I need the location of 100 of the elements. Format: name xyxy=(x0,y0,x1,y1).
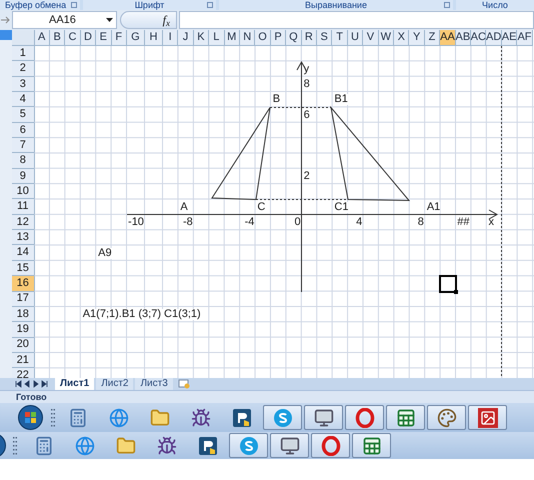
row-header[interactable]: 12 xyxy=(12,214,34,230)
column-header[interactable]: O xyxy=(255,30,271,46)
column-header[interactable]: K xyxy=(194,30,210,46)
taskbar-button[interactable] xyxy=(263,405,302,430)
cell-text: ## xyxy=(457,216,470,228)
first-sheet-icon[interactable] xyxy=(13,380,22,388)
taskbar-button[interactable] xyxy=(270,433,309,458)
previous-sheet-icon[interactable] xyxy=(22,380,31,388)
globe-icon xyxy=(74,436,94,456)
row-header[interactable]: 19 xyxy=(12,322,34,338)
row-header[interactable]: 2 xyxy=(12,61,34,77)
row-header[interactable]: 16 xyxy=(12,276,34,292)
cell-text: C xyxy=(257,202,266,213)
column-header[interactable]: S xyxy=(317,30,332,46)
column-header[interactable]: AF xyxy=(517,30,533,46)
taskbar-button[interactable] xyxy=(304,405,343,430)
column-header[interactable]: AD xyxy=(486,30,502,46)
row-header[interactable]: 3 xyxy=(12,76,34,92)
row-header[interactable]: 9 xyxy=(12,168,34,184)
row-header[interactable]: 20 xyxy=(12,338,34,353)
row-header[interactable]: 6 xyxy=(12,122,34,138)
row-header[interactable]: 11 xyxy=(12,199,34,215)
row-header[interactable]: 4 xyxy=(12,92,34,108)
name-box[interactable]: AA16 xyxy=(12,11,117,29)
row-header[interactable]: 5 xyxy=(12,107,34,123)
column-header[interactable]: J xyxy=(178,30,194,46)
column-header[interactable]: U xyxy=(348,30,364,46)
column-header[interactable]: Q xyxy=(286,30,302,46)
row-header[interactable]: 1 xyxy=(12,46,34,62)
column-header[interactable]: R xyxy=(302,30,317,46)
row-header[interactable]: 13 xyxy=(12,230,34,246)
row-header[interactable]: 21 xyxy=(12,352,34,368)
column-header[interactable]: X xyxy=(394,30,410,46)
row-header[interactable]: 14 xyxy=(12,245,34,261)
column-header[interactable]: E xyxy=(96,30,112,46)
column-header[interactable]: H xyxy=(144,30,163,46)
row-header[interactable]: 18 xyxy=(12,306,34,322)
taskbar-button[interactable] xyxy=(386,405,425,430)
cell-text: 2 xyxy=(304,170,310,182)
globe-icon xyxy=(108,408,128,428)
status-text: Готово xyxy=(16,392,47,402)
monitor-icon xyxy=(314,408,334,428)
column-header[interactable]: G xyxy=(126,30,145,46)
column-header[interactable]: V xyxy=(363,30,379,46)
taskbar-button[interactable] xyxy=(345,405,384,430)
column-header[interactable]: AA xyxy=(440,30,456,46)
column-header[interactable]: B xyxy=(50,30,66,46)
column-header[interactable]: L xyxy=(209,30,225,46)
column-header[interactable]: F xyxy=(112,30,127,46)
taskbar-button[interactable] xyxy=(427,405,466,430)
dialog-launcher-icon[interactable] xyxy=(444,2,450,8)
column-header[interactable]: AC xyxy=(471,30,486,46)
sheet-tab[interactable]: Лист1 xyxy=(55,378,94,390)
square-app-icon xyxy=(198,436,218,456)
row-header[interactable]: 8 xyxy=(12,153,34,169)
ribbon-group-label: Число xyxy=(482,0,508,10)
cell-text: B1 xyxy=(334,94,348,106)
column-header[interactable]: P xyxy=(270,30,286,46)
cell-text: -4 xyxy=(244,216,254,228)
taskbar-button[interactable] xyxy=(468,405,507,430)
cell-text: A1(7;1).B1 (3;7) C1(3;1) xyxy=(82,309,201,320)
dialog-launcher-icon[interactable] xyxy=(71,2,77,8)
row-header[interactable]: 10 xyxy=(12,184,34,200)
sheet-tab[interactable]: Лист3 xyxy=(135,378,173,390)
cell-text: -8 xyxy=(182,216,193,228)
column-header[interactable]: C xyxy=(65,30,81,46)
start-button[interactable] xyxy=(0,433,6,458)
cell-text: 4 xyxy=(356,216,362,228)
row-header[interactable]: 22 xyxy=(12,368,34,378)
row-header[interactable]: 15 xyxy=(12,260,34,276)
taskbar-button[interactable] xyxy=(352,433,391,458)
caret-icon[interactable] xyxy=(106,18,113,22)
last-sheet-icon[interactable] xyxy=(40,380,49,388)
column-header[interactable]: W xyxy=(378,30,394,46)
row-header[interactable]: 7 xyxy=(12,138,34,154)
column-header[interactable]: M xyxy=(224,30,240,46)
column-header[interactable]: AE xyxy=(502,30,518,46)
next-sheet-icon[interactable] xyxy=(31,380,40,388)
row-header[interactable]: 17 xyxy=(12,292,34,307)
column-header[interactable]: Z xyxy=(424,30,440,46)
column-header[interactable]: T xyxy=(332,30,348,46)
insert-function-button[interactable]: f$_{x}$ xyxy=(120,11,177,29)
column-header[interactable]: A xyxy=(34,30,50,46)
insert-sheet-icon[interactable] xyxy=(176,379,191,389)
column-header[interactable]: N xyxy=(240,30,256,46)
cell-text: A1 xyxy=(426,202,440,213)
ring-icon xyxy=(320,436,340,456)
column-header[interactable]: D xyxy=(80,30,96,46)
column-header[interactable]: I xyxy=(162,30,178,46)
cell-text: 8 xyxy=(304,78,310,90)
taskbar-button[interactable] xyxy=(229,433,268,458)
taskbar-button[interactable] xyxy=(311,433,350,458)
column-header[interactable]: Y xyxy=(409,30,425,46)
formula-input[interactable] xyxy=(179,11,534,29)
bug-icon xyxy=(190,408,210,428)
sheet-tab[interactable]: Лист2 xyxy=(96,378,134,390)
column-header[interactable]: AB xyxy=(456,30,472,46)
dialog-launcher-icon[interactable] xyxy=(207,2,213,8)
start-button[interactable] xyxy=(18,405,43,430)
grip-icon xyxy=(13,436,17,454)
